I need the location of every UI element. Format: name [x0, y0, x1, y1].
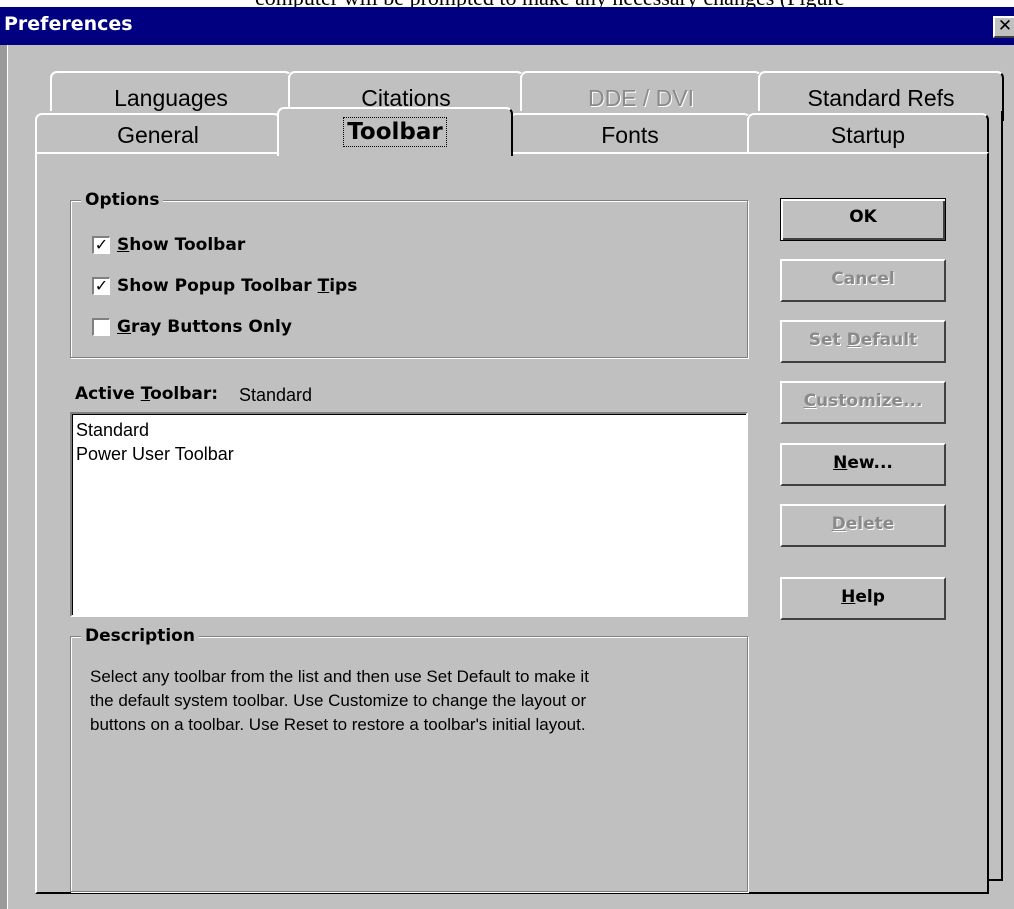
checkbox-box[interactable]: ✓: [92, 236, 110, 254]
active-toolbar-value: Standard: [239, 385, 313, 405]
tab-label: DDE / DVI: [587, 85, 695, 111]
description-line: buttons on a toolbar. Use Reset to resto…: [90, 715, 586, 734]
options-group: Options ✓ Show Toolbar ✓ Show Popup Tool…: [70, 190, 748, 358]
checkbox-label: Show Popup Toolbar Tips: [117, 276, 358, 296]
cancel-button[interactable]: Cancel: [780, 259, 946, 302]
tab-general[interactable]: General: [35, 113, 281, 154]
delete-button[interactable]: Delete: [780, 504, 946, 547]
checkbox-box[interactable]: [92, 318, 110, 336]
customize-button[interactable]: Customize...: [780, 381, 946, 424]
active-toolbar-label: Active Toolbar:: [75, 384, 219, 404]
tab-label: Toolbar: [343, 117, 447, 147]
help-button[interactable]: Help: [780, 577, 946, 620]
checkbox-label: Show Toolbar: [117, 235, 246, 255]
checkbox-box[interactable]: ✓: [92, 277, 110, 295]
tab-label: General: [117, 122, 199, 148]
toolbar-listbox[interactable]: Standard Power User Toolbar: [70, 412, 748, 617]
options-legend: Options: [81, 190, 164, 210]
tab-startup[interactable]: Startup: [747, 113, 989, 154]
tab-fonts[interactable]: Fonts: [509, 113, 751, 154]
close-button[interactable]: ✕: [993, 16, 1014, 38]
description-line: the default system toolbar. Use Customiz…: [90, 691, 587, 710]
description-group: Description Select any toolbar from the …: [70, 626, 750, 892]
preferences-dialog: Preferences ✕ Languages Citations DDE / …: [0, 7, 1014, 909]
window-edge: [0, 45, 8, 909]
tab-label: Startup: [830, 122, 906, 148]
description-line: Select any toolbar from the list and the…: [90, 667, 589, 686]
title-bar: Preferences ✕: [0, 7, 1014, 45]
checkbox-label: Gray Buttons Only: [117, 317, 292, 337]
ok-button[interactable]: OK: [780, 198, 946, 241]
tab-label: Fonts: [601, 122, 659, 148]
list-item[interactable]: Standard: [76, 420, 149, 441]
description-legend: Description: [81, 626, 199, 646]
list-item[interactable]: Power User Toolbar: [76, 444, 234, 465]
tab-toolbar[interactable]: Toolbar: [277, 107, 513, 156]
new-button[interactable]: New...: [780, 443, 946, 486]
window-title: Preferences: [4, 13, 133, 35]
description-text: Select any toolbar from the list and the…: [90, 665, 750, 737]
set-default-button[interactable]: Set Default: [780, 320, 946, 363]
tab-label: Languages: [114, 85, 228, 111]
tab-label: Standard Refs: [807, 85, 955, 111]
